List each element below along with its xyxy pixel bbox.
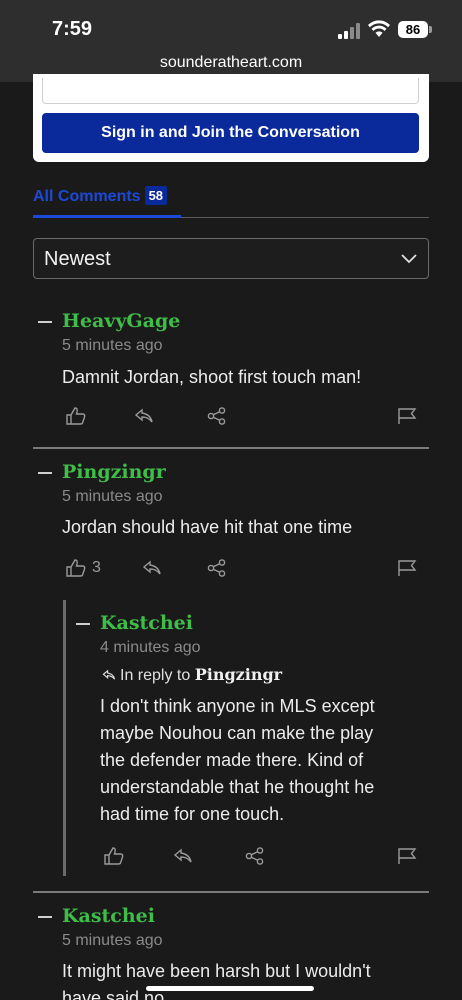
comment-divider <box>33 447 429 449</box>
comment-time: 5 minutes ago <box>62 488 163 505</box>
comment-line: had time for one touch. <box>100 804 285 824</box>
comment-text: Damnit Jordan, shoot first touch man! <box>62 367 362 387</box>
comment-author[interactable]: Pingzingr <box>62 461 166 483</box>
comment-time: 5 minutes ago <box>62 932 163 949</box>
reply-icon[interactable] <box>133 406 155 426</box>
comment-divider <box>33 891 429 893</box>
status-bar: 7:59 86 sounderatheart.com <box>0 0 462 82</box>
comment-line: the defender made there. Kind of <box>100 750 364 770</box>
like-count: 3 <box>92 559 101 576</box>
flag-icon[interactable] <box>396 846 418 866</box>
in-reply-label: In reply to <box>120 667 191 684</box>
comment-author[interactable]: Kastchei <box>62 905 155 927</box>
collapse-toggle[interactable] <box>76 623 90 625</box>
battery-icon: 86 <box>398 21 428 38</box>
comment-text: I don't think anyone in MLS except maybe… <box>100 693 375 828</box>
home-indicator[interactable] <box>146 986 314 991</box>
url-bar[interactable]: sounderatheart.com <box>0 54 462 72</box>
in-reply-to: In reply to Pingzingr <box>100 665 282 685</box>
tab-all-comments[interactable]: All Comments 58 <box>33 186 168 206</box>
sort-selected: Newest <box>44 248 111 270</box>
comment-time: 4 minutes ago <box>100 639 201 656</box>
signin-card: Sign in and Join the Conversation <box>33 74 429 162</box>
like-icon[interactable] <box>103 846 125 866</box>
like-icon[interactable] <box>65 406 87 426</box>
active-tab-indicator <box>33 215 181 218</box>
collapse-toggle[interactable] <box>38 916 52 918</box>
comment-time: 5 minutes ago <box>62 337 163 354</box>
reply-icon[interactable] <box>141 558 163 578</box>
signin-button[interactable]: Sign in and Join the Conversation <box>42 113 419 153</box>
comment-author[interactable]: Kastchei <box>100 612 193 634</box>
tab-label: All Comments <box>33 188 141 205</box>
reply-thread-line <box>63 600 66 876</box>
collapse-toggle[interactable] <box>38 321 52 323</box>
collapse-toggle[interactable] <box>38 472 52 474</box>
sort-select[interactable]: Newest <box>33 238 429 279</box>
flag-icon[interactable] <box>396 406 418 426</box>
comment-text: Jordan should have hit that one time <box>62 517 353 537</box>
reply-arrow-icon <box>102 669 116 680</box>
comment-count-badge: 58 <box>144 186 168 205</box>
status-time: 7:59 <box>52 18 93 40</box>
like-icon[interactable] <box>65 558 87 578</box>
comment-line: understandable that he thought he <box>100 777 375 797</box>
share-icon[interactable] <box>206 406 228 426</box>
comment-input[interactable] <box>42 78 419 104</box>
cellular-signal-icon <box>338 23 360 39</box>
reply-icon[interactable] <box>172 846 194 866</box>
comment-line: maybe Nouhou can make the play <box>100 723 374 743</box>
wifi-icon <box>368 20 390 38</box>
comment-line: I don't think anyone in MLS except <box>100 696 375 716</box>
in-reply-author[interactable]: Pingzingr <box>195 665 282 684</box>
comment-text: It might have been harsh but I wouldn't … <box>62 958 371 1000</box>
flag-icon[interactable] <box>396 558 418 578</box>
share-icon[interactable] <box>244 846 266 866</box>
chevron-down-icon <box>401 254 417 264</box>
comment-author[interactable]: HeavyGage <box>62 310 180 332</box>
share-icon[interactable] <box>206 558 228 578</box>
comment-line: It might have been harsh but I wouldn't <box>62 961 371 981</box>
